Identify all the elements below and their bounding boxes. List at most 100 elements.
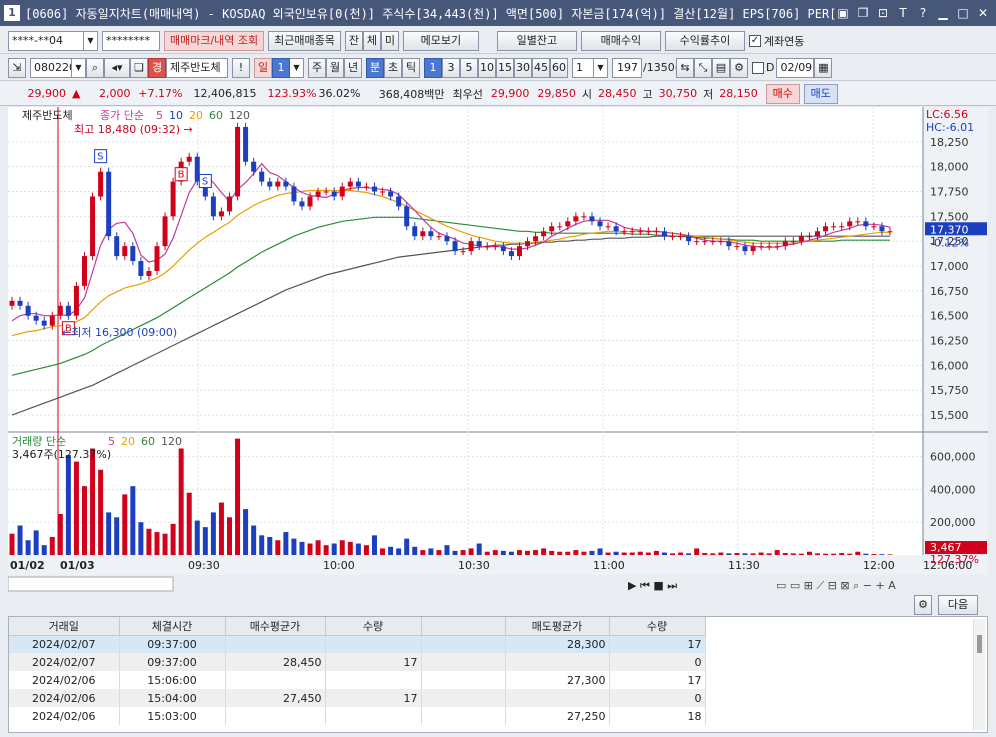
- interval-5-button[interactable]: 5: [460, 57, 478, 78]
- interval-15-button[interactable]: 15: [496, 57, 514, 78]
- col-header[interactable]: 매수평균가: [225, 617, 326, 636]
- help-icon[interactable]: ?: [915, 5, 931, 21]
- close-icon[interactable]: ✕: [975, 5, 991, 21]
- trade-mark-query-button[interactable]: 매매마크/내역 조회: [164, 30, 265, 51]
- table-row[interactable]: 2024/02/07 09:37:00 28,450 17 0: [9, 653, 706, 671]
- volume-legend-ma: 60: [141, 435, 155, 448]
- next-button[interactable]: 다음: [938, 595, 978, 615]
- sound-icon[interactable]: ◂▾: [104, 57, 130, 78]
- period-week-button[interactable]: 주: [308, 57, 326, 78]
- account-dropdown-icon[interactable]: ▼: [84, 30, 98, 51]
- candle-body: [790, 241, 796, 243]
- candle-body: [750, 246, 756, 252]
- col-header[interactable]: 수량: [325, 617, 422, 636]
- table-scrollbar[interactable]: [973, 619, 985, 730]
- period-minute-button[interactable]: 분: [366, 57, 384, 78]
- window-controls: ▣ ❐ ⊡ T ? ▁ □ ✕: [835, 5, 996, 21]
- minimize-icon[interactable]: ▁: [935, 5, 951, 21]
- page-input[interactable]: 197: [612, 57, 642, 78]
- col-header[interactable]: [421, 617, 506, 636]
- date-checkbox[interactable]: [752, 61, 764, 74]
- pin-icon[interactable]: ⊡: [875, 5, 891, 21]
- period-day-button[interactable]: 일: [254, 57, 272, 78]
- period-second-button[interactable]: 초: [384, 57, 402, 78]
- volume-tick-label: 200,000: [930, 516, 976, 529]
- volume-bar: [178, 448, 184, 555]
- price-chart[interactable]: 18,25018,00017,75017,50017,25017,00016,7…: [8, 107, 988, 595]
- recent-trades-button[interactable]: 최근매매종목: [268, 30, 341, 51]
- save-icon[interactable]: ▤: [712, 57, 730, 78]
- candle-body: [235, 126, 241, 197]
- volume-bar: [98, 469, 104, 555]
- buy-button[interactable]: 매수: [765, 83, 800, 104]
- daily-balance-button[interactable]: 일별잔고: [496, 30, 577, 51]
- zoom-icon[interactable]: ⤡: [694, 57, 712, 78]
- trade-profit-button[interactable]: 매매수익: [580, 30, 661, 51]
- volume-bar: [275, 540, 281, 555]
- count-input[interactable]: 1: [572, 57, 594, 78]
- unfilled-button[interactable]: 미: [380, 30, 399, 51]
- interval-60-button[interactable]: 60: [550, 57, 568, 78]
- volume-bar: [702, 553, 708, 555]
- col-header[interactable]: 수량: [609, 617, 706, 636]
- period-year-button[interactable]: 년: [344, 57, 362, 78]
- bookmark-icon[interactable]: ❏: [130, 57, 148, 78]
- price-legend-name: 제주반도체: [22, 109, 73, 122]
- interval-10-button[interactable]: 10: [478, 57, 496, 78]
- table-row[interactable]: 2024/02/06 15:03:00 27,250 18: [9, 707, 706, 725]
- sell-button[interactable]: 매도: [803, 83, 838, 104]
- layout-icon[interactable]: ▣: [835, 5, 851, 21]
- period-day-count[interactable]: 1: [272, 57, 290, 78]
- interval-45-button[interactable]: 45: [532, 57, 550, 78]
- table-row[interactable]: 2024/02/07 09:37:00 28,300 17: [9, 635, 706, 653]
- candle-body: [774, 246, 780, 248]
- alert-icon[interactable]: !: [232, 57, 250, 78]
- account-input[interactable]: ****-**04: [8, 30, 84, 51]
- chart-settings-icon[interactable]: ⇲: [8, 57, 26, 78]
- font-icon[interactable]: T: [895, 5, 911, 21]
- period-month-button[interactable]: 월: [326, 57, 344, 78]
- volume-bar: [871, 554, 877, 555]
- table-row[interactable]: 2024/02/06 15:06:00 27,300 17: [9, 671, 706, 689]
- code-dropdown-icon[interactable]: ▼: [72, 57, 86, 78]
- period-dropdown-icon[interactable]: ▼: [290, 57, 304, 78]
- scroll-icon[interactable]: ⇆: [676, 57, 694, 78]
- time-tick-label: 11:00: [593, 559, 625, 572]
- interval-30-button[interactable]: 30: [514, 57, 532, 78]
- period-tick-button[interactable]: 틱: [402, 57, 420, 78]
- table-cell: 2024/02/06: [9, 707, 120, 725]
- candle-body: [798, 236, 804, 242]
- filled-button[interactable]: 체: [362, 30, 381, 51]
- candle-body: [146, 271, 152, 276]
- balance-button[interactable]: 잔: [344, 30, 363, 51]
- gear-icon[interactable]: ⚙: [730, 57, 748, 78]
- col-header[interactable]: 체결시간: [119, 617, 226, 636]
- account-link-checkbox[interactable]: ✓ 계좌연동: [748, 33, 804, 49]
- stock-code-input[interactable]: 080220: [30, 57, 72, 78]
- bid-price: 29,850: [537, 87, 576, 100]
- return-trend-button[interactable]: 수익률추이: [664, 30, 745, 51]
- restore-icon[interactable]: ❐: [855, 5, 871, 21]
- volume-legend-ma: 120: [161, 435, 182, 448]
- calendar-icon[interactable]: ▦: [814, 57, 833, 78]
- maximize-icon[interactable]: □: [955, 5, 971, 21]
- table-settings-icon[interactable]: ⚙: [914, 595, 932, 615]
- search-icon[interactable]: ⌕: [86, 57, 104, 78]
- date-input[interactable]: 02/09: [776, 57, 815, 78]
- candle-body: [428, 231, 434, 237]
- table-cell: 17: [325, 653, 422, 671]
- volume-bar: [573, 550, 579, 555]
- price-legend-ma: 60: [209, 109, 223, 122]
- table-row[interactable]: 2024/02/06 15:04:00 27,450 17 0: [9, 689, 706, 707]
- check-icon[interactable]: ✓: [748, 34, 761, 47]
- interval-3-button[interactable]: 3: [442, 57, 460, 78]
- high-label: 고: [642, 87, 653, 101]
- col-header[interactable]: 거래일: [9, 617, 120, 636]
- memo-button[interactable]: 메모보기: [402, 30, 479, 51]
- password-input[interactable]: ********: [102, 30, 160, 51]
- col-header[interactable]: 매도평균가: [505, 617, 610, 636]
- count-dropdown-icon[interactable]: ▼: [594, 57, 608, 78]
- interval-1-button[interactable]: 1: [424, 57, 442, 78]
- scrollbar-thumb[interactable]: [977, 635, 982, 653]
- candle-body: [41, 320, 47, 326]
